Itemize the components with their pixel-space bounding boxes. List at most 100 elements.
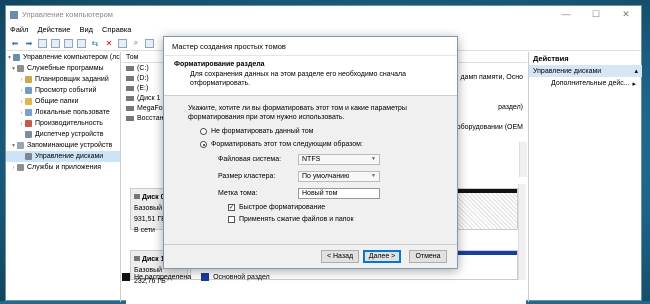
tree-item-shared-folders[interactable]: › Общие папки: [6, 96, 120, 107]
disk-management-icon: [25, 153, 32, 160]
volume-label-input[interactable]: Новый том: [298, 187, 380, 199]
view-icon[interactable]: [145, 38, 154, 48]
tools-icon: [17, 65, 24, 72]
cancel-button[interactable]: Отмена: [409, 250, 447, 263]
wizard-prompt: Укажите, хотите ли вы форматировать этот…: [188, 105, 407, 121]
tree-item-performance[interactable]: › Производительность: [6, 118, 120, 129]
properties-icon[interactable]: [51, 38, 60, 48]
tree-label: Производительность: [35, 120, 103, 127]
search-icon[interactable]: ⌕: [131, 38, 141, 48]
volume-info-text: дамп памяти, Осно: [460, 74, 523, 81]
new-simple-volume-wizard: Мастер создания простых томов Форматиров…: [163, 36, 458, 269]
expand-arrow-icon[interactable]: ›: [18, 99, 25, 105]
radio-circle-selected[interactable]: [200, 141, 207, 148]
volume-label-row: Метка тома: Новый том: [218, 187, 447, 199]
menu-help[interactable]: Справка: [102, 25, 131, 34]
performance-icon: [25, 120, 32, 127]
actions-pane: Действия Управление дисками ▴ Дополнитель…: [528, 52, 642, 302]
volume-icon: [126, 75, 134, 81]
tree-item-computer-management[interactable]: ▾ Управление компьютером (лс: [6, 52, 120, 63]
expand-arrow-icon[interactable]: ›: [18, 110, 25, 116]
compression-checkbox[interactable]: Применять сжатие файлов и папок: [228, 216, 447, 223]
tree-label: Управление дисками: [35, 153, 104, 160]
wizard-heading: Форматирование раздела: [174, 61, 265, 68]
cluster-size-select[interactable]: По умолчанию ▼: [298, 170, 380, 182]
tree-item-storage[interactable]: ▾ Запоминающие устройств: [6, 140, 120, 151]
actions-more[interactable]: Дополнительные дейс... ▸: [529, 77, 642, 90]
file-system-select[interactable]: NTFS ▼: [298, 153, 380, 165]
next-button[interactable]: Далее >: [363, 250, 401, 263]
volume-icon: [126, 105, 134, 111]
disk-scrollbar[interactable]: [518, 184, 526, 280]
expand-arrow-icon[interactable]: ›: [18, 77, 25, 83]
wizard-body: Укажите, хотите ли вы форматировать этот…: [164, 96, 457, 246]
tree-item-disk-management[interactable]: Управление дисками: [6, 151, 120, 162]
volume-icon: [126, 65, 134, 71]
expand-arrow-icon[interactable]: ▾: [10, 143, 17, 149]
tree-item-system-tools[interactable]: ▾ Служебные программы: [6, 63, 120, 74]
expand-arrow-icon[interactable]: ▾: [10, 66, 17, 72]
tree-item-device-manager[interactable]: Диспетчер устройств: [6, 129, 120, 140]
back-arrow-icon[interactable]: ⬅: [10, 38, 20, 48]
help-icon[interactable]: [64, 38, 73, 48]
chevron-down-icon: ▼: [371, 173, 376, 179]
navigation-tree: ▾ Управление компьютером (лс ▾ Служебные п…: [6, 52, 121, 302]
back-button[interactable]: < Назад: [321, 250, 359, 263]
radio-circle[interactable]: [200, 128, 207, 135]
volume-info-text: раздел): [498, 104, 523, 111]
expand-arrow-icon[interactable]: ▾: [6, 55, 13, 61]
tree-label: Локальные пользовате: [35, 109, 110, 116]
expand-arrow-icon[interactable]: ›: [18, 121, 25, 127]
delete-icon[interactable]: ✕: [104, 38, 114, 48]
expand-arrow-icon[interactable]: ›: [10, 165, 17, 171]
menu-bar: Файл Действие Вид Справка: [6, 23, 641, 36]
actions-section-disk-management[interactable]: Управление дисками ▴: [529, 65, 642, 77]
storage-icon: [17, 142, 24, 149]
actions-header: Действия: [533, 54, 569, 63]
users-icon: [25, 109, 32, 116]
legend-unallocated: Не распределена: [134, 273, 192, 281]
radio-no-format[interactable]: Не форматировать данный том: [200, 128, 447, 135]
maximize-button[interactable]: ☐: [581, 9, 611, 20]
menu-view[interactable]: Вид: [79, 25, 93, 34]
event-log-icon: [25, 87, 32, 94]
minimize-button[interactable]: —: [551, 9, 581, 20]
partition-legend: Не распределена Основной раздел: [122, 273, 270, 281]
tree-item-local-users[interactable]: › Локальные пользовате: [6, 107, 120, 118]
shared-folder-icon: [25, 98, 32, 105]
volume-icon: [126, 95, 134, 101]
selected-partition[interactable]: [451, 189, 517, 229]
checkbox-checked[interactable]: ✓: [228, 204, 235, 211]
checkbox-unchecked[interactable]: [228, 216, 235, 223]
quick-format-checkbox[interactable]: ✓ Быстрое форматирование: [228, 204, 447, 211]
cluster-size-label: Размер кластера:: [218, 172, 276, 180]
chevron-down-icon: ▼: [371, 156, 376, 162]
tree-label: Управление компьютером (лс: [23, 54, 120, 61]
radio-format[interactable]: Форматировать этот том следующим образом…: [200, 141, 447, 148]
collapse-arrow-icon[interactable]: ▴: [634, 67, 638, 75]
tree-label: Запоминающие устройств: [27, 142, 113, 149]
tree-label: Службы и приложения: [27, 164, 102, 171]
legend-primary: Основной раздел: [213, 273, 270, 281]
tree-item-services-apps[interactable]: › Службы и приложения: [6, 162, 120, 173]
menu-file[interactable]: Файл: [10, 25, 28, 34]
close-button[interactable]: ✕: [611, 9, 641, 20]
device-manager-icon: [25, 131, 32, 138]
volume-scrollbar[interactable]: [519, 142, 527, 177]
folder-icon[interactable]: [38, 38, 47, 48]
tree-item-event-viewer[interactable]: › Просмотр событий: [6, 85, 120, 96]
tree-label: Планировщик заданий: [35, 76, 109, 83]
tree-item-task-scheduler[interactable]: › Планировщик заданий: [6, 74, 120, 85]
primary-swatch: [201, 273, 210, 281]
check-icon[interactable]: [118, 38, 127, 48]
tree-label: Просмотр событий: [35, 87, 97, 94]
forward-arrow-icon[interactable]: ➡: [24, 38, 34, 48]
window-title: Управление компьютером: [22, 10, 113, 19]
connect-icon[interactable]: ⇆: [90, 38, 100, 48]
disk-icon: [134, 256, 140, 261]
expand-arrow-icon[interactable]: ›: [18, 88, 25, 94]
tree-label: Служебные программы: [27, 65, 104, 72]
list-icon[interactable]: [77, 38, 86, 48]
menu-action[interactable]: Действие: [37, 25, 70, 34]
wizard-title: Мастер создания простых томов: [164, 37, 457, 56]
